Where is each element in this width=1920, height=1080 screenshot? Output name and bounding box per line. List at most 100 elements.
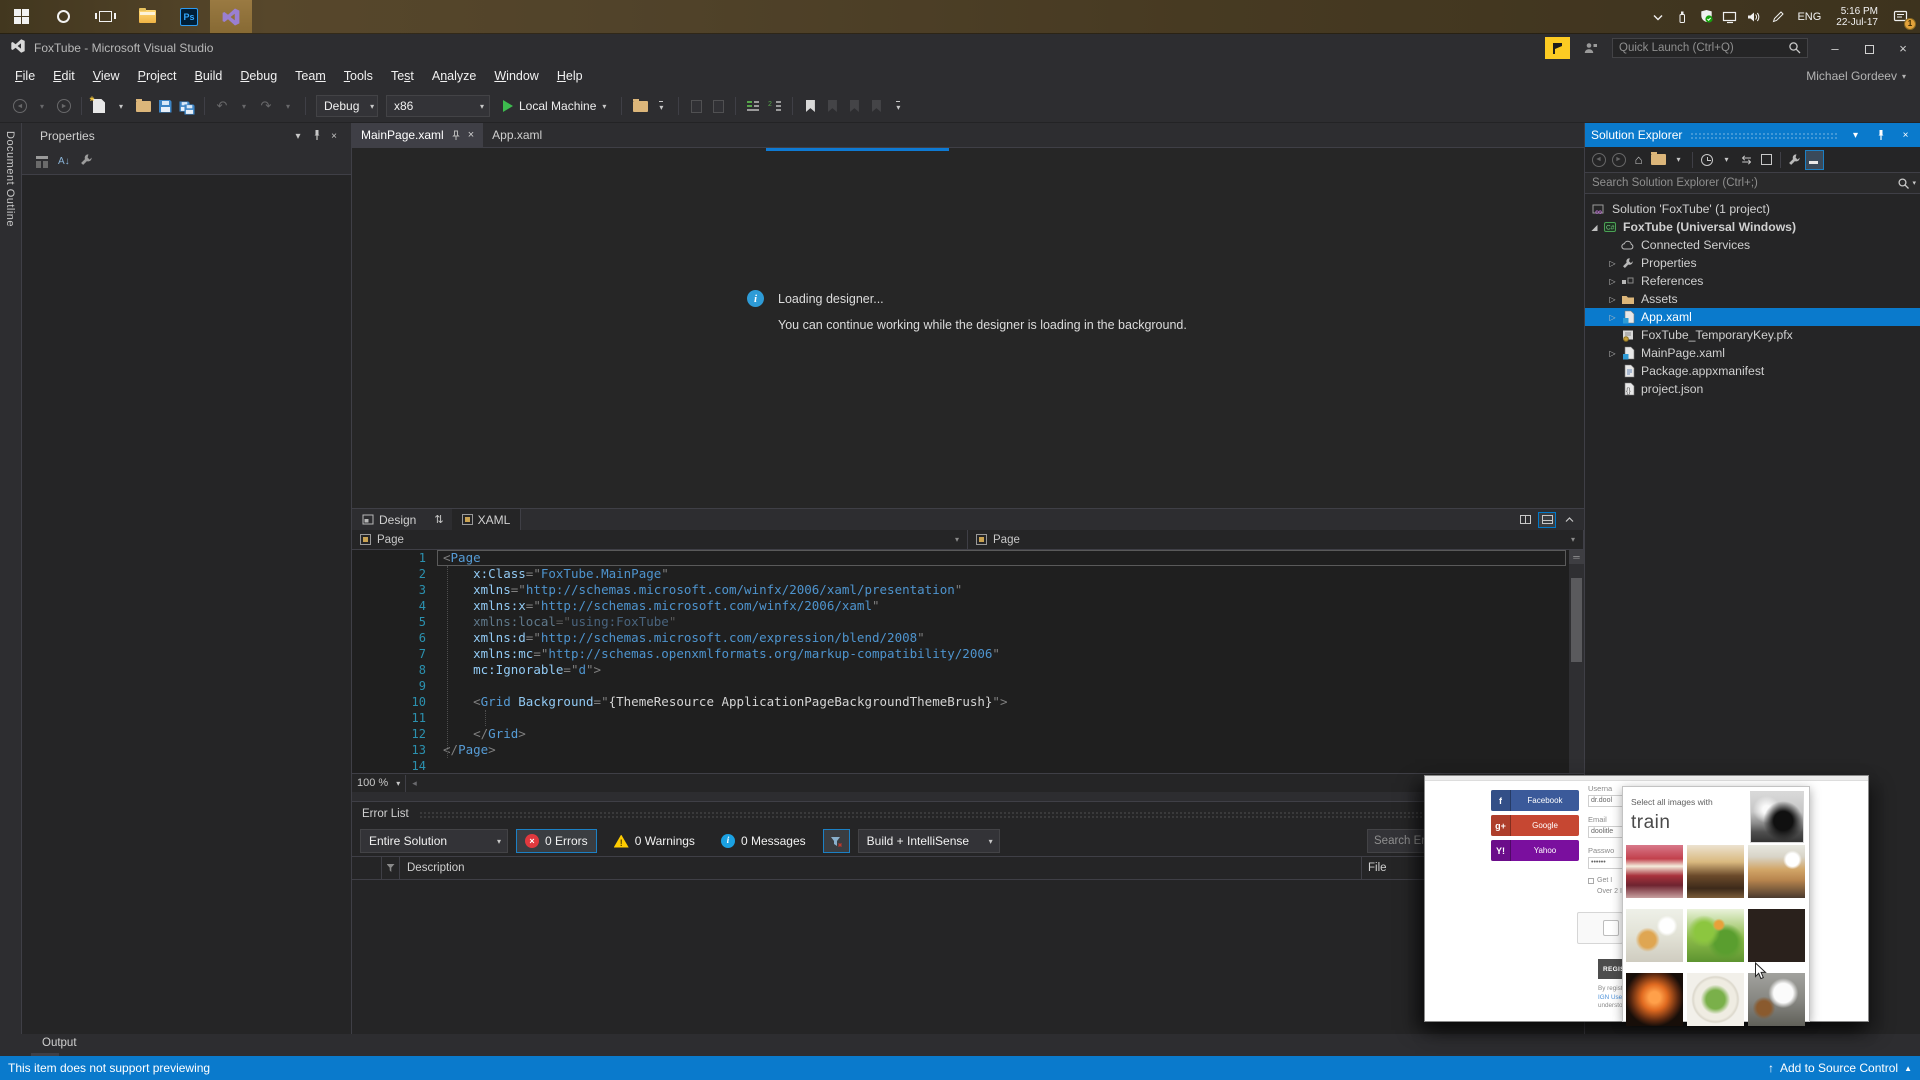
quick-launch-input[interactable] bbox=[1613, 42, 1788, 54]
volume-tray-icon[interactable] bbox=[1744, 5, 1764, 29]
expand-pane-button[interactable] bbox=[1560, 512, 1578, 528]
search-icon[interactable]: ▾ bbox=[1897, 177, 1920, 190]
source-combo[interactable]: Build + IntelliSense ▾ bbox=[857, 829, 1000, 853]
quick-launch-box[interactable] bbox=[1612, 38, 1808, 58]
nav-forward-button[interactable]: ► bbox=[1609, 150, 1628, 170]
code-line-1[interactable]: 1 <Page bbox=[352, 550, 1584, 566]
network-tray-icon[interactable] bbox=[1720, 5, 1740, 29]
recaptcha-checkbox[interactable] bbox=[1603, 920, 1619, 936]
close-button[interactable]: × bbox=[1886, 35, 1920, 61]
alphabetical-button[interactable]: A↓ bbox=[58, 156, 70, 167]
tree-item-properties[interactable]: ▷ Properties bbox=[1585, 254, 1920, 272]
expand-arrow-icon[interactable]: ▷ bbox=[1605, 295, 1620, 304]
pin-icon[interactable] bbox=[451, 130, 461, 141]
close-panel-button[interactable]: × bbox=[325, 131, 343, 142]
drop-button[interactable]: ▾ bbox=[1717, 150, 1736, 170]
menu-project[interactable]: Project bbox=[129, 65, 186, 87]
code-column[interactable] bbox=[382, 857, 400, 879]
code-line-8[interactable]: 8 mc:Ignorable="d"> bbox=[352, 662, 1584, 678]
menu-file[interactable]: File bbox=[6, 65, 44, 87]
categorized-button[interactable] bbox=[36, 155, 48, 168]
code-line-11[interactable]: 11 bbox=[352, 710, 1584, 726]
view-designer-button[interactable] bbox=[708, 95, 728, 117]
bookmark-prev-button[interactable] bbox=[822, 95, 842, 117]
code-line-2[interactable]: 2 x:Class="FoxTube.MainPage" bbox=[352, 566, 1584, 582]
cortana-button[interactable] bbox=[42, 0, 84, 33]
tree-item-foxtube-temporarykey-pfx[interactable]: FoxTube_TemporaryKey.pfx bbox=[1585, 326, 1920, 344]
captcha-image[interactable] bbox=[1687, 845, 1744, 898]
start-debugging-button[interactable]: Local Machine ▾ bbox=[495, 95, 614, 117]
language-indicator[interactable]: ENG bbox=[1792, 11, 1826, 23]
tree-item-references[interactable]: ▷ References bbox=[1585, 272, 1920, 290]
errors-toggle[interactable]: × 0 Errors bbox=[516, 829, 597, 853]
window-position-button[interactable]: ▾ bbox=[1847, 130, 1864, 141]
close-tab-icon[interactable]: × bbox=[468, 129, 474, 141]
scope-combo[interactable]: Entire Solution ▾ bbox=[360, 829, 508, 853]
menu-view[interactable]: View bbox=[84, 65, 129, 87]
code-line-6[interactable]: 6 xmlns:d="http://schemas.microsoft.com/… bbox=[352, 630, 1584, 646]
xaml-tab[interactable]: XAML bbox=[451, 509, 522, 530]
solution-search-input[interactable] bbox=[1585, 177, 1898, 189]
menu-help[interactable]: Help bbox=[548, 65, 592, 87]
code-line-9[interactable]: 9 bbox=[352, 678, 1584, 694]
expand-arrow-icon[interactable]: ▷ bbox=[1605, 313, 1620, 322]
code-line-13[interactable]: 13 </Page> bbox=[352, 742, 1584, 758]
code-line-10[interactable]: 10 <Grid Background="{ThemeResource Appl… bbox=[352, 694, 1584, 710]
swap-panes-icon[interactable]: ⇅ bbox=[426, 513, 451, 526]
photoshop-button[interactable]: Ps bbox=[168, 0, 210, 33]
tree-item-mainpage-xaml[interactable]: ▷ MainPage.xaml bbox=[1585, 344, 1920, 362]
code-line-12[interactable]: 12 </Grid> bbox=[352, 726, 1584, 742]
tree-item-connected-services[interactable]: Connected Services bbox=[1585, 236, 1920, 254]
captcha-image[interactable] bbox=[1748, 845, 1805, 898]
drop-button[interactable]: ▾ bbox=[278, 95, 298, 117]
signed-in-user[interactable]: Michael Gordeev ▾ bbox=[1806, 69, 1920, 83]
action-center-button[interactable]: 1 bbox=[1888, 4, 1916, 30]
code-line-14[interactable]: 14 bbox=[352, 758, 1584, 774]
preview-selected-button[interactable] bbox=[1805, 149, 1824, 170]
captcha-image[interactable] bbox=[1748, 909, 1805, 962]
drop-button[interactable]: ▾ bbox=[111, 95, 131, 117]
add-to-source-control[interactable]: ↑ Add to Source Control ▲ bbox=[1768, 1061, 1912, 1075]
code-line-4[interactable]: 4 xmlns:x="http://schemas.microsoft.com/… bbox=[352, 598, 1584, 614]
drop-button[interactable]: ▾ bbox=[32, 95, 52, 117]
file-explorer-button[interactable] bbox=[126, 0, 168, 33]
age-checkbox[interactable] bbox=[1588, 877, 1594, 884]
design-tab[interactable]: Design bbox=[352, 509, 426, 530]
feedback-person-button[interactable] bbox=[1578, 37, 1602, 59]
zoom-level-combo[interactable]: 100 % ▾ bbox=[352, 774, 407, 792]
horizontal-split-button[interactable] bbox=[1538, 511, 1556, 528]
open-file-button[interactable] bbox=[133, 95, 153, 117]
comment-lines-button[interactable] bbox=[743, 95, 763, 117]
yahoo-login-button[interactable]: Y! Yahoo bbox=[1491, 840, 1579, 861]
terms-link[interactable]: IGN User bbox=[1598, 994, 1624, 1003]
sync-active-button[interactable]: ⇆ bbox=[1737, 150, 1756, 170]
editor-scrollbar[interactable]: ═ bbox=[1569, 550, 1584, 773]
collapse-arrow-icon[interactable]: ◢ bbox=[1587, 223, 1602, 232]
tree-item-app-xaml[interactable]: ▷ App.xaml bbox=[1585, 308, 1920, 326]
tab-app-xaml[interactable]: App.xaml bbox=[483, 123, 551, 147]
properties-wrench-button[interactable] bbox=[80, 153, 93, 171]
tab-mainpage-xaml[interactable]: MainPage.xaml × bbox=[352, 123, 484, 147]
xaml-code-editor[interactable]: 1 <Page 2 x:Class="FoxTube.MainPage" 3 xmln… bbox=[352, 550, 1584, 773]
expand-arrow-icon[interactable]: ▷ bbox=[1605, 349, 1620, 358]
drop-button[interactable]: ▾ bbox=[234, 95, 254, 117]
find-in-files-button[interactable]: ▸ bbox=[629, 95, 649, 117]
breadcrumb-right[interactable]: Page ▾ bbox=[968, 530, 1584, 549]
properties-button[interactable] bbox=[1785, 150, 1804, 170]
menu-edit[interactable]: Edit bbox=[44, 65, 84, 87]
visual-studio-taskbar-button[interactable] bbox=[210, 0, 252, 33]
nav-forward-button[interactable]: ► bbox=[54, 95, 74, 117]
chevron-down-icon[interactable]: ▾ bbox=[955, 535, 959, 544]
new-file-button[interactable]: * bbox=[89, 94, 109, 117]
breadcrumb-left[interactable]: Page ▾ bbox=[352, 530, 968, 549]
tree-item-package-appxmanifest[interactable]: Package.appxmanifest bbox=[1585, 362, 1920, 380]
menu-team[interactable]: Team bbox=[286, 65, 335, 87]
nav-back-button[interactable]: ◄ bbox=[1589, 150, 1608, 170]
feedback-button[interactable] bbox=[1545, 37, 1570, 59]
bookmark-clear-button[interactable] bbox=[866, 95, 886, 117]
menu-test[interactable]: Test bbox=[382, 65, 423, 87]
overflow-button[interactable]: ▾ bbox=[888, 95, 908, 117]
overflow-button[interactable]: ▾ bbox=[651, 95, 671, 117]
window-position-button[interactable]: ▾ bbox=[289, 131, 307, 142]
tree-item-project-json[interactable]: {} project.json bbox=[1585, 380, 1920, 398]
